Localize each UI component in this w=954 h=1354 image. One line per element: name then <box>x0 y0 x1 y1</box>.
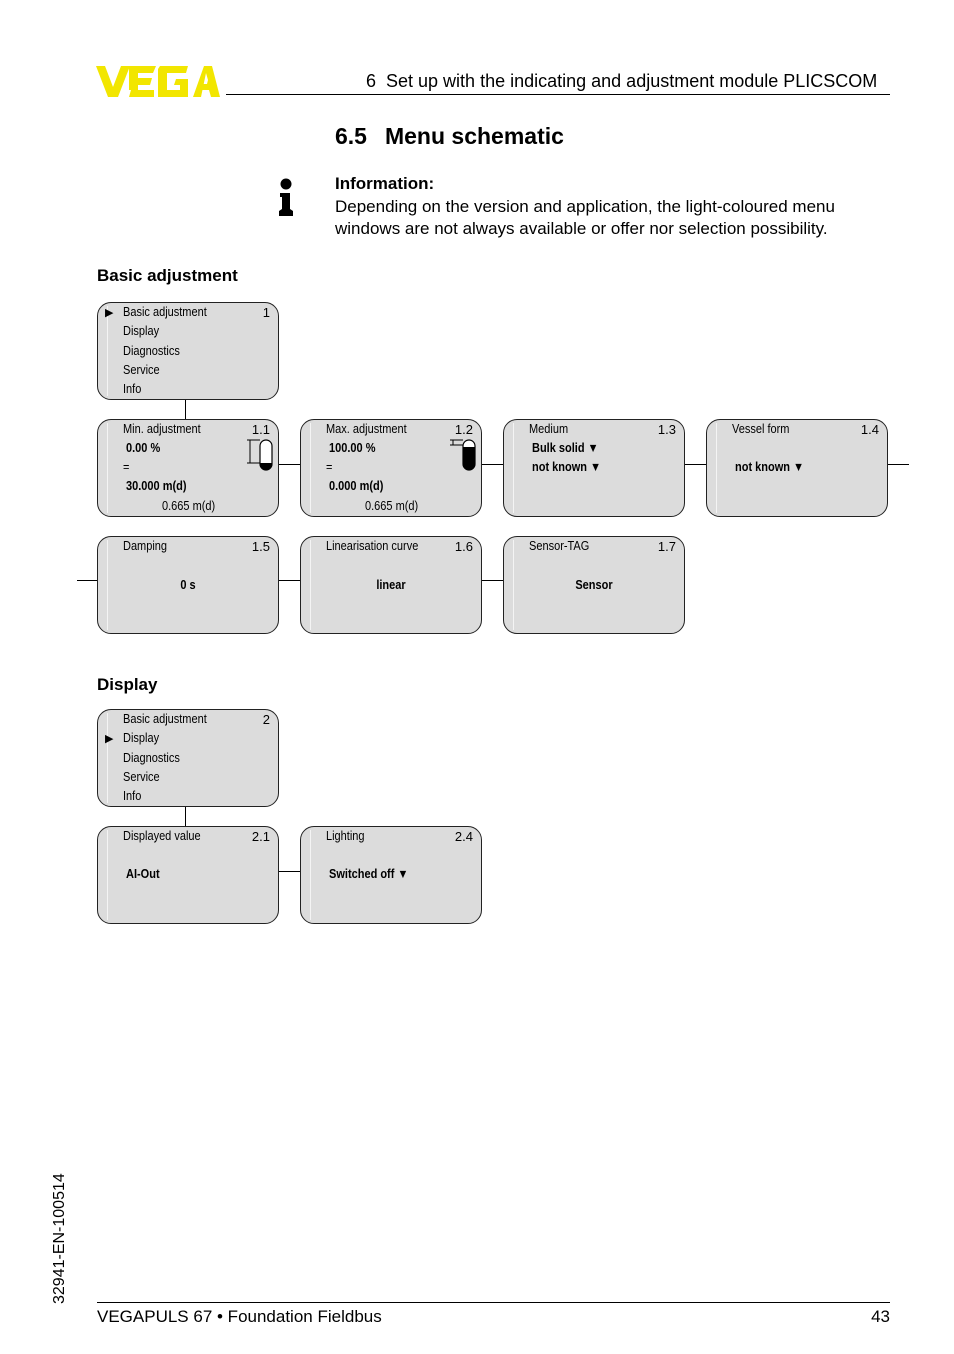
window-number: 1.2 <box>454 422 473 437</box>
connector <box>279 464 301 465</box>
window-number: 2.1 <box>251 829 270 844</box>
damping-value[interactable]: 0 s <box>109 578 267 592</box>
window-displayed-value[interactable]: Displayed value 2.1 AI-Out <box>97 826 279 924</box>
section-title: 6.5 Menu schematic <box>335 123 564 150</box>
window-title: Vessel form <box>732 422 790 436</box>
distance-value[interactable]: 0.000 m(d) <box>329 479 383 493</box>
menu-number: 2 <box>262 712 270 727</box>
display-heading: Display <box>97 675 158 694</box>
window-number: 1.5 <box>251 539 270 554</box>
percent-value[interactable]: 100.00 % <box>329 441 375 455</box>
page-number: 43 <box>871 1307 890 1326</box>
window-vessel-form[interactable]: Vessel form 1.4 not known ▼ <box>706 419 888 517</box>
dropdown-icon: ▼ <box>397 867 409 881</box>
pointer-icon: ▶ <box>105 307 114 319</box>
main-menu-display[interactable]: Basic adjustment 2 ▶ Display Diagnostics… <box>97 709 279 807</box>
menu-item-basic-adjustment[interactable]: Basic adjustment <box>123 305 207 319</box>
chapter-title: Set up with the indicating and adjustmen… <box>386 71 878 91</box>
window-title: Displayed value <box>123 829 201 843</box>
main-menu-basic[interactable]: ▶ Basic adjustment 1 Display Diagnostics… <box>97 302 279 400</box>
window-title: Damping <box>123 539 168 553</box>
lighting-value: Switched off <box>329 867 395 881</box>
linearisation-value[interactable]: linear <box>312 578 470 592</box>
menu-number: 1 <box>262 305 270 320</box>
window-title: Medium <box>529 422 569 436</box>
pointer-icon: ▶ <box>105 733 114 745</box>
menu-item-diagnostics[interactable]: Diagnostics <box>123 751 180 765</box>
footer-rule <box>97 1302 890 1303</box>
connector <box>279 580 301 581</box>
window-title: Linearisation curve <box>326 539 419 553</box>
window-title: Min. adjustment <box>123 422 201 436</box>
window-min-adjustment[interactable]: Min. adjustment 1.1 0.00 % = 30.000 m(d)… <box>97 419 279 517</box>
window-title: Max. adjustment <box>326 422 407 436</box>
chapter-number: 6 <box>366 71 377 91</box>
percent-value[interactable]: 0.00 % <box>126 441 160 455</box>
connector <box>888 464 909 465</box>
menu-item-info[interactable]: Info <box>123 382 141 396</box>
connector <box>77 580 98 581</box>
section-title-text: Menu schematic <box>384 123 564 149</box>
window-number: 1.7 <box>657 539 676 554</box>
footer-product: VEGAPULS 67 • Foundation Fieldbus <box>97 1307 382 1326</box>
window-lighting[interactable]: Lighting 2.4 Switched off ▼ <box>300 826 482 924</box>
window-number: 2.4 <box>454 829 473 844</box>
equals-sign: = <box>123 460 130 474</box>
lighting-select[interactable]: Switched off ▼ <box>329 867 408 881</box>
measured-value: 0.665 m(d) <box>365 499 419 513</box>
window-number: 1.1 <box>251 422 270 437</box>
displayed-value[interactable]: AI-Out <box>126 867 160 881</box>
connector <box>685 464 707 465</box>
vessel-full-gauge-icon <box>450 439 476 471</box>
vessel-empty-gauge-icon <box>247 439 273 471</box>
window-linearisation-curve[interactable]: Linearisation curve 1.6 linear <box>300 536 482 634</box>
connector <box>185 400 186 419</box>
connector <box>185 807 186 826</box>
window-number: 1.4 <box>860 422 879 437</box>
connector <box>482 464 504 465</box>
window-title: Lighting <box>326 829 365 843</box>
vega-logo <box>96 66 220 97</box>
window-number: 1.3 <box>657 422 676 437</box>
section-number: 6.5 <box>335 123 367 149</box>
sensor-tag-value[interactable]: Sensor <box>515 578 673 592</box>
menu-item-basic-adjustment[interactable]: Basic adjustment <box>123 712 207 726</box>
dropdown-icon: ▼ <box>590 460 601 474</box>
window-damping[interactable]: Damping 1.5 0 s <box>97 536 279 634</box>
distance-value[interactable]: 30.000 m(d) <box>126 479 187 493</box>
menu-item-service[interactable]: Service <box>123 363 160 377</box>
window-medium[interactable]: Medium 1.3 Bulk solid ▼ not known ▼ <box>503 419 685 517</box>
dropdown-icon: ▼ <box>587 441 599 455</box>
menu-item-diagnostics[interactable]: Diagnostics <box>123 344 180 358</box>
info-heading: Information: <box>335 174 435 193</box>
menu-item-info[interactable]: Info <box>123 789 141 803</box>
connector <box>482 580 504 581</box>
window-sensor-tag[interactable]: Sensor-TAG 1.7 Sensor <box>503 536 685 634</box>
window-max-adjustment[interactable]: Max. adjustment 1.2 100.00 % = 0.000 m(d… <box>300 419 482 517</box>
vessel-form-select[interactable]: not known ▼ <box>735 460 804 474</box>
chapter-header: 6 Set up with the indicating and adjustme… <box>366 71 877 92</box>
info-icon <box>279 178 293 216</box>
medium-property-select[interactable]: not known ▼ <box>532 460 601 474</box>
medium-property-value: not known <box>532 460 587 474</box>
menu-item-service[interactable]: Service <box>123 770 160 784</box>
equals-sign: = <box>326 460 333 474</box>
info-text: Depending on the version and application… <box>335 197 835 238</box>
window-number: 1.6 <box>454 539 473 554</box>
document-code: 32941-EN-100514 <box>51 1173 68 1304</box>
measured-value: 0.665 m(d) <box>162 499 216 513</box>
medium-type-value: Bulk solid <box>532 441 585 455</box>
dropdown-icon: ▼ <box>793 460 804 474</box>
header-rule <box>226 94 890 95</box>
menu-item-display[interactable]: Display <box>123 731 159 745</box>
medium-type-select[interactable]: Bulk solid ▼ <box>532 441 599 455</box>
window-title: Sensor-TAG <box>529 539 590 553</box>
menu-item-display[interactable]: Display <box>123 324 159 338</box>
vessel-form-value: not known <box>735 460 790 474</box>
basic-adjustment-heading: Basic adjustment <box>97 266 238 285</box>
connector <box>279 871 301 872</box>
